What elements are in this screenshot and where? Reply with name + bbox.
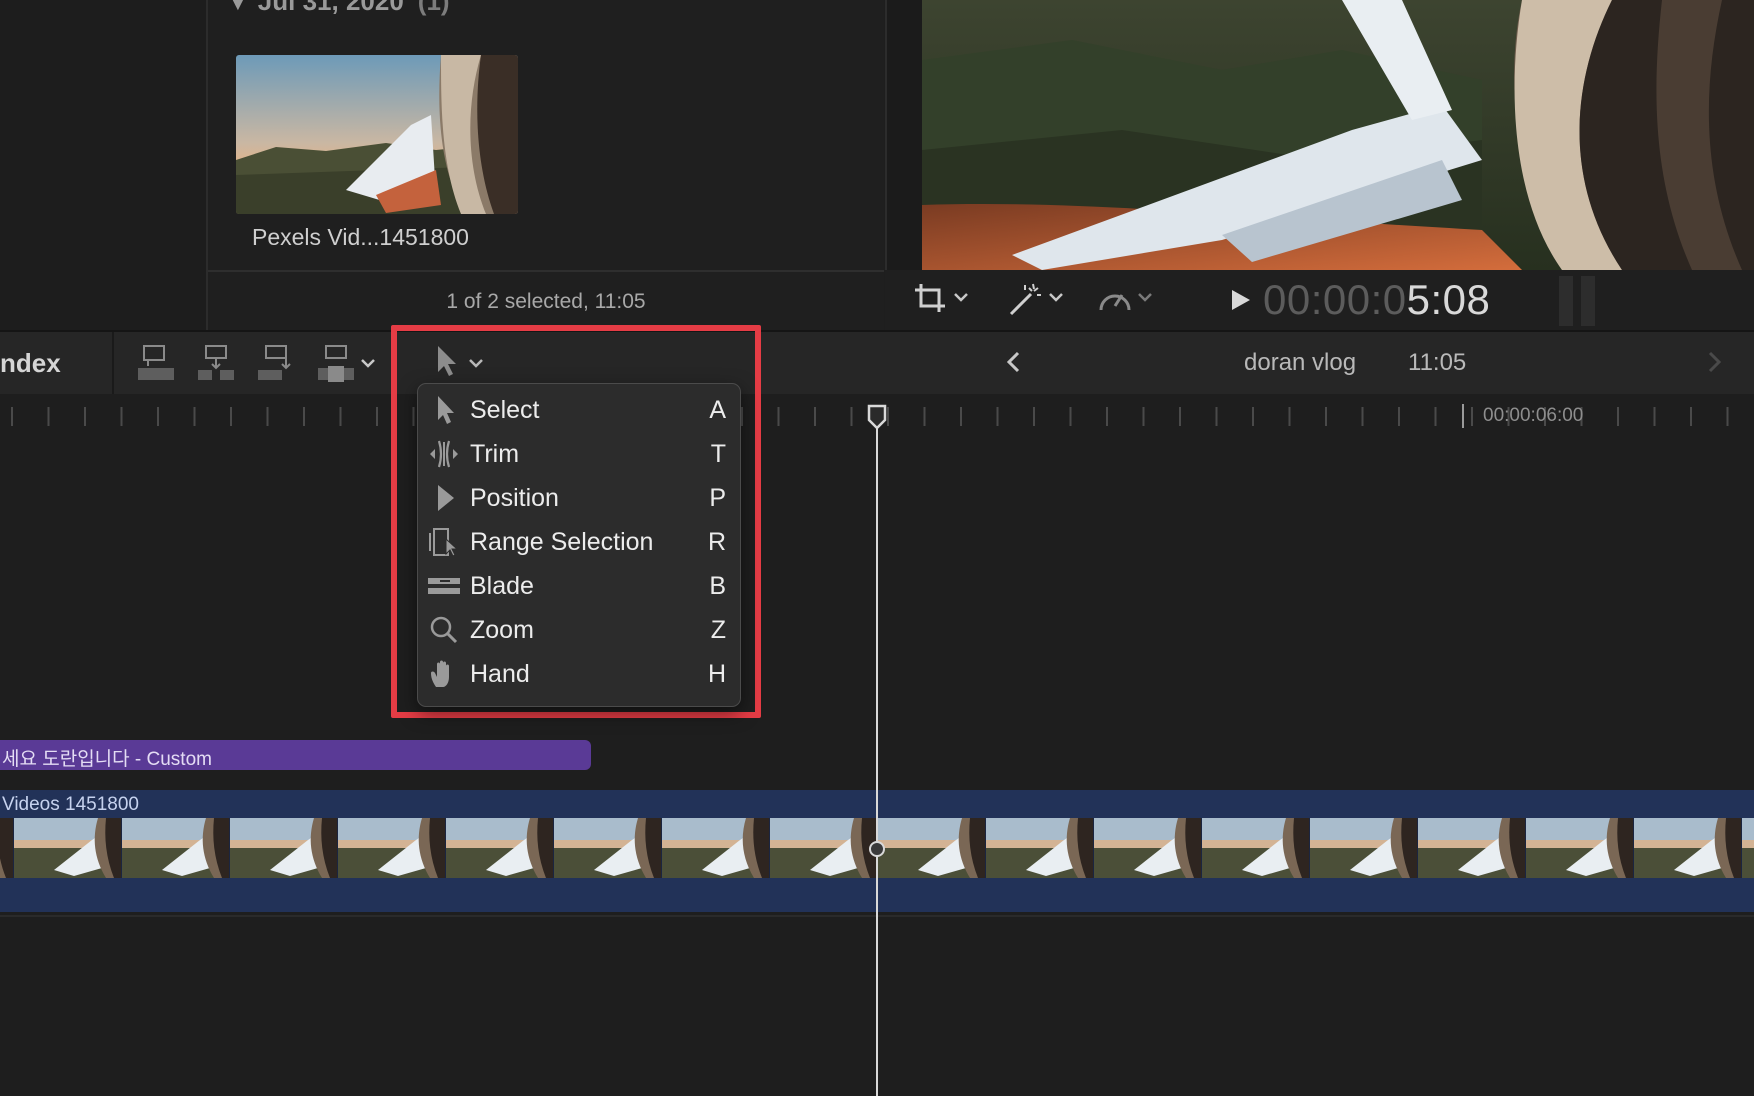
- filmstrip-frame: [1094, 818, 1202, 878]
- video-clip-label: Videos 1451800: [2, 794, 139, 815]
- timecode-dim: 00:00:0: [1263, 276, 1407, 323]
- previous-project-icon[interactable]: [1004, 350, 1024, 379]
- clip-name: Pexels Vid...1451800: [252, 224, 469, 250]
- index-button[interactable]: ndex: [0, 348, 61, 379]
- title-clip-label: 세요 도란입니다 - Custom: [2, 749, 212, 770]
- menu-item-zoom[interactable]: Zoom Z: [418, 608, 740, 652]
- clip-thumbnail[interactable]: [236, 55, 518, 214]
- enhance-menu-chevron-icon[interactable]: [1048, 290, 1064, 308]
- filmstrip-frame: [230, 818, 338, 878]
- filmstrip-frame: [1418, 818, 1526, 878]
- playhead-timecode[interactable]: 00:00:05:08: [1263, 276, 1490, 324]
- date-label: Jul 31, 2020: [257, 0, 404, 16]
- overwrite-clip-icon[interactable]: [316, 344, 356, 387]
- menu-item-shortcut: R: [707, 528, 726, 556]
- append-clip-icon[interactable]: [256, 344, 296, 387]
- filmstrip-frame: [1634, 818, 1742, 878]
- menu-item-shortcut: B: [709, 572, 726, 600]
- menu-item-range-selection[interactable]: Range Selection R: [418, 520, 740, 564]
- speedometer-icon[interactable]: [1097, 282, 1133, 316]
- menu-item-label: Zoom: [470, 616, 534, 644]
- filmstrip-frame: [878, 818, 986, 878]
- menu-item-shortcut: Z: [710, 616, 726, 644]
- disclosure-triangle-icon[interactable]: ▼: [228, 0, 248, 15]
- filmstrip-frame: [770, 818, 878, 878]
- edit-options-chevron-icon[interactable]: [360, 356, 376, 374]
- menu-item-label: Range Selection: [470, 528, 654, 556]
- menu-item-label: Position: [470, 484, 559, 512]
- connect-clip-icon[interactable]: [136, 344, 176, 387]
- menu-item-label: Hand: [470, 660, 530, 688]
- ruler-timecode-label: 00:00:06:00: [1483, 405, 1584, 426]
- filmstrip-frame: [446, 818, 554, 878]
- magic-wand-icon[interactable]: [1007, 282, 1043, 316]
- filmstrip-frame: [1526, 818, 1634, 878]
- browser-status-bar: 1 of 2 selected, 11:05: [208, 270, 884, 332]
- project-name: doran vlog: [1244, 349, 1357, 376]
- next-project-icon[interactable]: [1704, 350, 1724, 379]
- filmstrip-frame: [986, 818, 1094, 878]
- audio-meter-right: [1581, 276, 1595, 326]
- trim-icon: [428, 439, 460, 469]
- range-selection-icon: [428, 527, 460, 557]
- menu-item-label: Trim: [470, 440, 520, 468]
- menu-item-shortcut: T: [710, 440, 726, 468]
- browser-panel: ▼ Jul 31, 2020 (1) Pexels Vid...1451800: [208, 0, 884, 270]
- playhead-handle-icon[interactable]: [867, 404, 887, 435]
- filmstrip-frame: [0, 818, 14, 878]
- skimmer-node-icon: [868, 840, 886, 863]
- selection-status: 1 of 2 selected, 11:05: [446, 290, 646, 313]
- insert-clip-icon[interactable]: [196, 344, 236, 387]
- playhead[interactable]: [876, 405, 878, 1096]
- blade-icon: [428, 571, 462, 601]
- menu-item-blade[interactable]: Blade B: [418, 564, 740, 608]
- project-duration: 11:05: [1408, 349, 1467, 376]
- crop-menu-chevron-icon[interactable]: [953, 290, 969, 308]
- play-icon[interactable]: [1230, 288, 1252, 317]
- library-sidebar: [0, 0, 208, 330]
- hand-icon: [428, 659, 460, 689]
- filmstrip-frame: [1202, 818, 1310, 878]
- menu-item-trim[interactable]: Trim T: [418, 432, 740, 476]
- filmstrip-frame: [338, 818, 446, 878]
- menu-item-label: Select: [470, 396, 540, 424]
- retime-menu-chevron-icon[interactable]: [1137, 290, 1153, 308]
- menu-item-shortcut: P: [709, 484, 726, 512]
- menu-item-hand[interactable]: Hand H: [418, 652, 740, 696]
- toolbar-divider: [112, 332, 114, 394]
- menu-item-label: Blade: [470, 572, 534, 600]
- crop-icon[interactable]: [913, 282, 949, 316]
- audio-meter-left: [1559, 276, 1573, 326]
- menu-item-shortcut: H: [707, 660, 726, 688]
- filmstrip-frame: [662, 818, 770, 878]
- filmstrip-frame: [1742, 818, 1754, 878]
- date-group-header[interactable]: ▼ Jul 31, 2020 (1): [228, 0, 450, 17]
- date-count: (1): [417, 0, 450, 16]
- menu-item-shortcut: A: [709, 396, 726, 424]
- viewer-controls: 00:00:05:08: [885, 270, 1754, 330]
- filmstrip-frame: [554, 818, 662, 878]
- timecode-lit: 5:08: [1406, 276, 1491, 323]
- arrow-icon: [428, 395, 460, 425]
- filmstrip-frame: [14, 818, 122, 878]
- filmstrip-frame: [122, 818, 230, 878]
- viewer-video-frame[interactable]: [922, 0, 1754, 270]
- filmstrip-frame: [1310, 818, 1418, 878]
- menu-item-position[interactable]: Position P: [418, 476, 740, 520]
- timeline-toolbar: ndex doran vlog 11:05: [0, 330, 1754, 396]
- menu-item-select[interactable]: Select A: [418, 388, 740, 432]
- tools-menu[interactable]: Select A Trim T Position P Range Selecti…: [417, 383, 741, 707]
- zoom-icon: [428, 615, 460, 645]
- position-icon: [428, 483, 460, 513]
- title-clip[interactable]: 세요 도란입니다 - Custom: [0, 740, 591, 770]
